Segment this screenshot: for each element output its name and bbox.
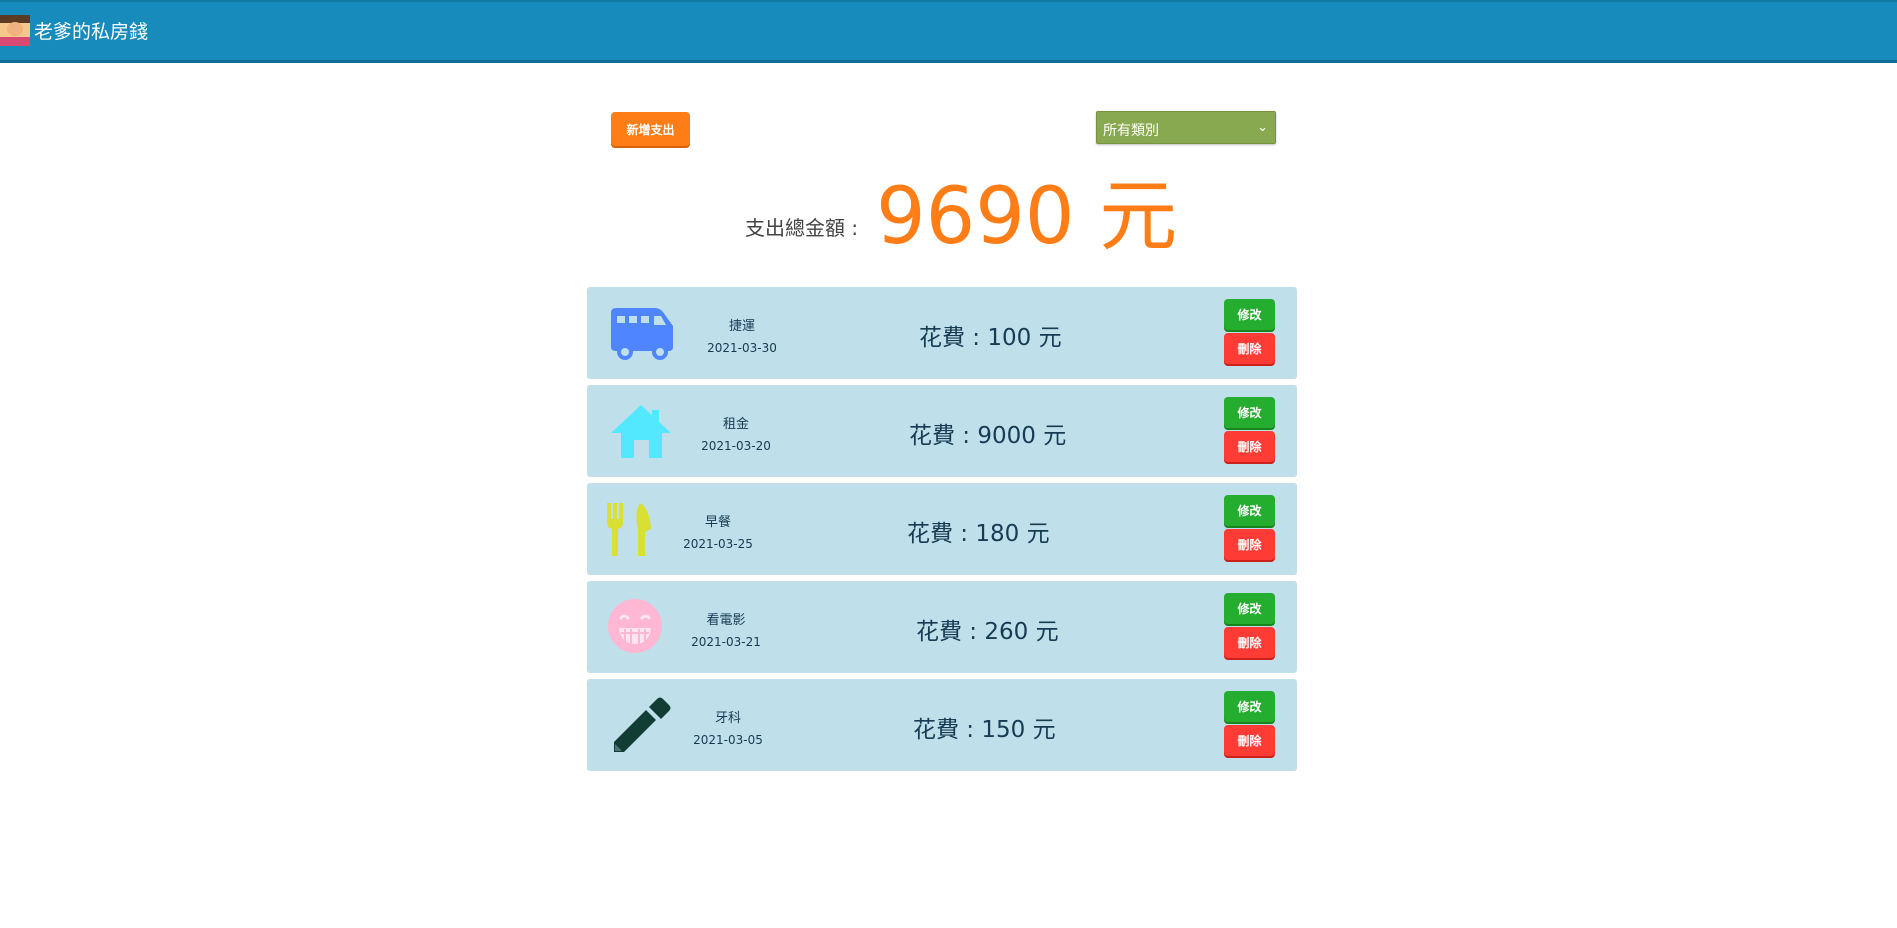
expense-date: 2021-03-25 xyxy=(683,537,753,551)
expense-list: 捷運 2021-03-30 花費 : 100 元 修改 刪除 租金 2021-0… xyxy=(587,287,1297,777)
expense-amount: 花費 : 100 元 xyxy=(919,325,1062,351)
expense-row: 看電影 2021-03-21 花費 : 260 元 修改 刪除 xyxy=(587,581,1297,673)
total-spending-label: 支出總金額 : xyxy=(745,216,859,240)
expense-details: 捷運 2021-03-30 xyxy=(687,315,797,355)
category-filter-select[interactable]: 所有類別 ⌄ xyxy=(1096,111,1276,144)
delete-expense-button[interactable]: 刪除 xyxy=(1224,529,1275,560)
category-filter-value: 所有類別 xyxy=(1103,123,1159,139)
expense-category: 看電影 xyxy=(706,613,746,628)
pencil-icon xyxy=(614,697,671,752)
smile-icon xyxy=(608,599,662,653)
expense-date: 2021-03-30 xyxy=(707,341,777,355)
expense-row: 牙科 2021-03-05 花費 : 150 元 修改 刪除 xyxy=(587,679,1297,771)
top-navigation-bar: 老爹的私房錢 xyxy=(0,0,1897,63)
delete-expense-button[interactable]: 刪除 xyxy=(1224,725,1275,756)
expense-date: 2021-03-20 xyxy=(701,439,771,453)
edit-expense-button[interactable]: 修改 xyxy=(1224,691,1275,722)
expense-date: 2021-03-21 xyxy=(691,635,761,649)
edit-expense-button[interactable]: 修改 xyxy=(1224,593,1275,624)
total-spending-amount: 9690 元 xyxy=(876,172,1178,262)
expense-row: 租金 2021-03-20 花費 : 9000 元 修改 刪除 xyxy=(587,385,1297,477)
expense-category: 租金 xyxy=(722,417,749,432)
add-expense-button[interactable]: 新增支出 xyxy=(611,112,690,146)
avatar-face xyxy=(7,22,23,36)
delete-expense-button[interactable]: 刪除 xyxy=(1224,333,1275,364)
expense-details: 牙科 2021-03-05 xyxy=(673,707,783,747)
expense-category: 捷運 xyxy=(728,319,755,334)
expense-amount: 花費 : 9000 元 xyxy=(909,423,1067,449)
expense-details: 看電影 2021-03-21 xyxy=(671,609,781,649)
edit-expense-button[interactable]: 修改 xyxy=(1224,495,1275,526)
edit-expense-button[interactable]: 修改 xyxy=(1224,299,1275,330)
profile-avatar xyxy=(0,15,30,46)
chevron-down-icon: ⌄ xyxy=(1257,120,1268,135)
house-icon xyxy=(611,405,671,458)
edit-expense-button[interactable]: 修改 xyxy=(1224,397,1275,428)
expense-amount: 花費 : 260 元 xyxy=(916,619,1059,645)
expense-details: 早餐 2021-03-25 xyxy=(663,511,773,551)
expense-date: 2021-03-05 xyxy=(693,733,763,747)
expense-row: 早餐 2021-03-25 花費 : 180 元 修改 刪除 xyxy=(587,483,1297,575)
expense-category: 牙科 xyxy=(714,711,741,726)
expense-amount: 花費 : 180 元 xyxy=(907,521,1050,547)
delete-expense-button[interactable]: 刪除 xyxy=(1224,627,1275,658)
app-title: 老爹的私房錢 xyxy=(34,21,149,43)
avatar-shirt xyxy=(0,37,30,46)
expense-details: 租金 2021-03-20 xyxy=(681,413,791,453)
expense-category: 早餐 xyxy=(704,515,731,530)
expense-row: 捷運 2021-03-30 花費 : 100 元 修改 刪除 xyxy=(587,287,1297,379)
bus-icon xyxy=(611,308,673,360)
expense-amount: 花費 : 150 元 xyxy=(913,717,1056,743)
delete-expense-button[interactable]: 刪除 xyxy=(1224,431,1275,462)
